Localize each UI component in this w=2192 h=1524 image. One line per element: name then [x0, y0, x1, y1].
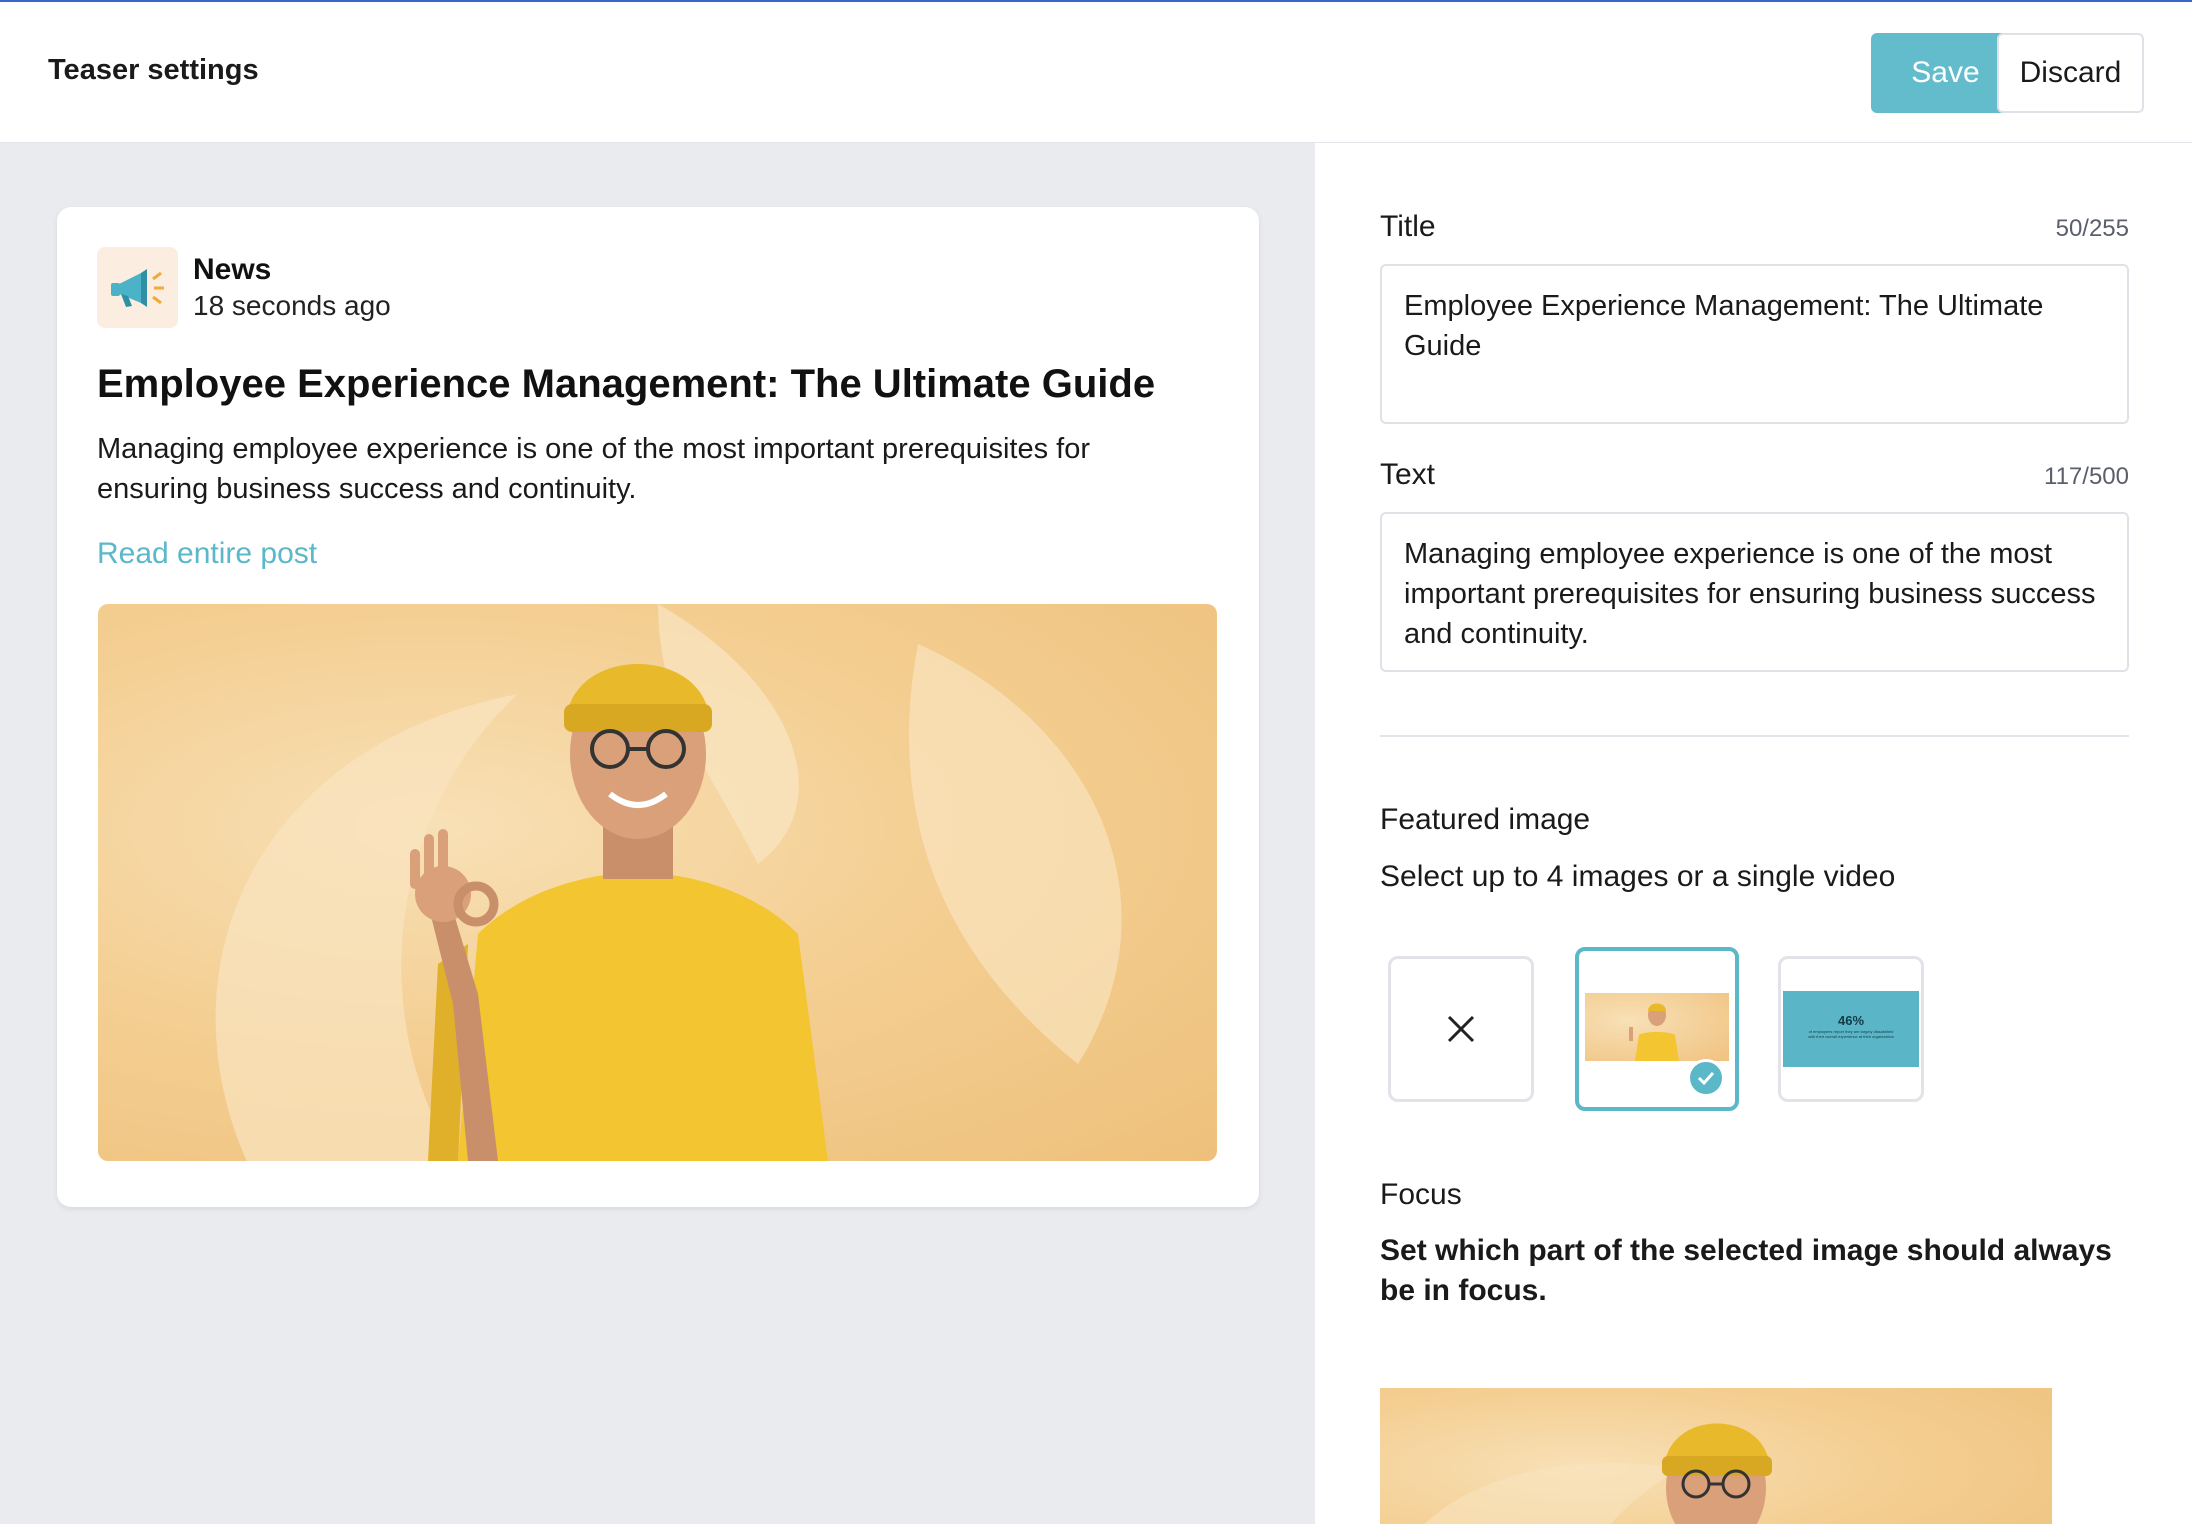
- post-source: News: [193, 253, 272, 286]
- featured-image-preview: [98, 604, 1217, 1161]
- image-option-selected[interactable]: [1575, 947, 1739, 1111]
- news-avatar: [97, 247, 178, 328]
- post-excerpt: Managing employee experience is one of t…: [97, 433, 1090, 505]
- stat-value: 46%: [1837, 1013, 1865, 1028]
- text-input[interactable]: Managing employee experience is one of t…: [1380, 512, 2129, 672]
- no-image-option[interactable]: [1388, 956, 1534, 1102]
- focus-person-image: [1424, 1423, 1772, 1524]
- page-title: Teaser settings: [48, 54, 259, 86]
- preview-pane: News 18 seconds ago Employee Experience …: [0, 143, 1315, 1524]
- header-bar: Teaser settings Save Discard: [0, 0, 2192, 143]
- close-icon: [1447, 1015, 1475, 1043]
- text-field-label: Text: [1380, 458, 1436, 491]
- title-field-label: Title: [1380, 210, 1436, 243]
- thumbnail-person-image: [1585, 993, 1729, 1061]
- focus-image-editor[interactable]: [1380, 1388, 2052, 1524]
- featured-image-label: Featured image: [1380, 803, 1591, 836]
- read-entire-post-link[interactable]: Read entire post: [97, 537, 317, 571]
- megaphone-icon: [110, 268, 164, 307]
- focus-hint: Set which part of the selected image sho…: [1380, 1234, 2112, 1307]
- text-char-counter: 117/500: [2044, 463, 2129, 490]
- title-char-counter: 50/255: [2055, 215, 2129, 242]
- section-divider: [1380, 735, 2129, 737]
- thumbnail-stat-image: 46% of employees report they are largely…: [1783, 991, 1919, 1067]
- featured-image-hint: Select up to 4 images or a single video: [1380, 860, 1896, 893]
- post-timestamp: 18 seconds ago: [193, 290, 391, 321]
- settings-pane: Title 50/255 Employee Experience Managem…: [1315, 143, 2192, 1524]
- teaser-preview-card: News 18 seconds ago Employee Experience …: [57, 207, 1259, 1207]
- selected-check-icon: [1687, 1059, 1725, 1097]
- discard-button[interactable]: Discard: [1997, 33, 2144, 113]
- focus-label: Focus: [1380, 1178, 1462, 1211]
- stat-caption: of employees report they are largely dis…: [1808, 1029, 1894, 1039]
- person-photo: [215, 604, 1122, 1161]
- title-input[interactable]: Employee Experience Management: The Ulti…: [1380, 264, 2129, 424]
- image-option-stat[interactable]: 46% of employees report they are largely…: [1778, 956, 1924, 1102]
- post-title: Employee Experience Management: The Ulti…: [97, 362, 1156, 406]
